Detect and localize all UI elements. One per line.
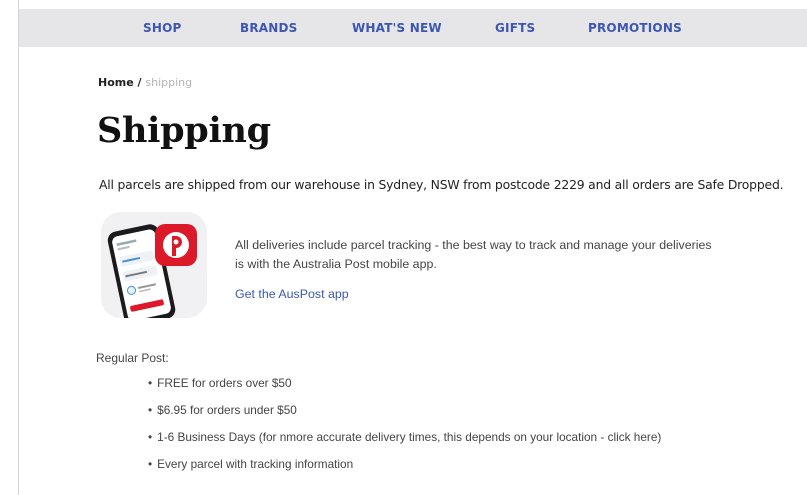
bullet-icon: •: [148, 430, 153, 444]
list-item-text: FREE for orders over $50: [157, 376, 292, 390]
regular-post-list: • FREE for orders over $50 • $6.95 for ord…: [148, 376, 661, 484]
page-title: Shipping: [97, 110, 271, 151]
top-navigation: SHOP BRANDS WHAT'S NEW GIFTS PROMOTIONS: [19, 9, 807, 47]
shipping-intro-text: All parcels are shipped from our warehou…: [99, 177, 784, 192]
list-item[interactable]: • 1-6 Business Days (for nmore accurate d…: [148, 430, 661, 457]
nav-item-shop[interactable]: SHOP: [143, 21, 181, 35]
page-left-border: [18, 0, 19, 495]
regular-post-heading: Regular Post:: [96, 351, 169, 365]
bullet-icon: •: [148, 403, 153, 417]
bullet-icon: •: [148, 376, 153, 390]
nav-item-brands[interactable]: BRANDS: [240, 21, 298, 35]
breadcrumb-separator: /: [133, 76, 146, 89]
list-item-text: Every parcel with tracking information: [157, 457, 354, 471]
breadcrumb-home-link[interactable]: Home: [98, 76, 134, 89]
auspost-app-icon[interactable]: [101, 212, 207, 318]
list-item: • $6.95 for orders under $50: [148, 403, 661, 430]
bullet-icon: •: [148, 457, 153, 471]
nav-item-gifts[interactable]: GIFTS: [495, 21, 535, 35]
phone-illustration-icon: [101, 212, 207, 318]
breadcrumb: Home / shipping: [98, 76, 192, 89]
list-item-text[interactable]: 1-6 Business Days (for nmore accurate de…: [157, 430, 661, 444]
list-item: • Every parcel with tracking information: [148, 457, 661, 484]
get-auspost-app-link[interactable]: Get the AusPost app: [235, 287, 349, 301]
nav-item-whats-new[interactable]: WHAT'S NEW: [352, 21, 442, 35]
breadcrumb-current: shipping: [145, 76, 193, 89]
app-promo-text: All deliveries include parcel tracking -…: [235, 238, 712, 271]
nav-item-promotions[interactable]: PROMOTIONS: [588, 21, 682, 35]
list-item-text: $6.95 for orders under $50: [157, 403, 297, 417]
list-item: • FREE for orders over $50: [148, 376, 661, 403]
